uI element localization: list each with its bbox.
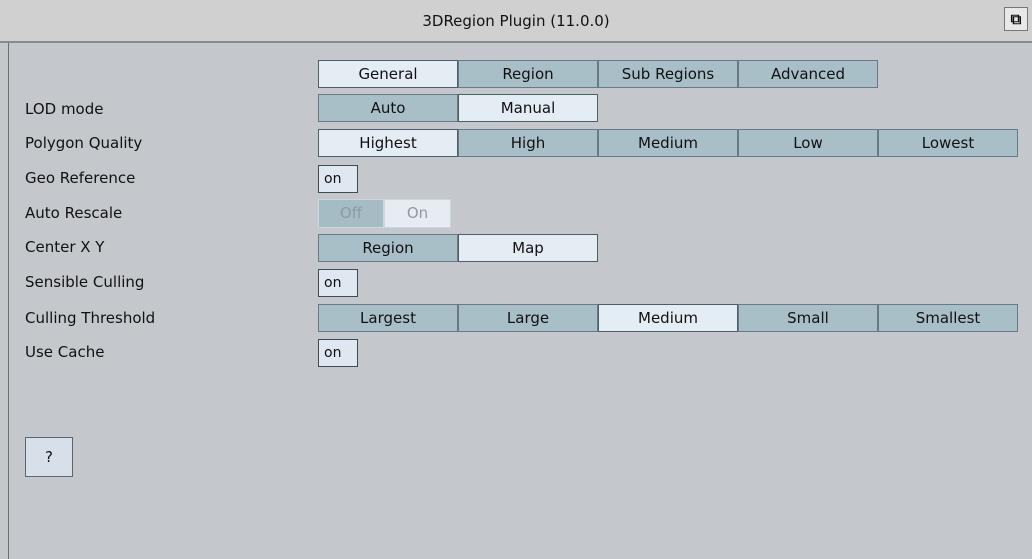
quality-medium-button[interactable]: Medium — [598, 129, 738, 157]
tab-general[interactable]: General — [318, 60, 458, 88]
threshold-small-button[interactable]: Small — [738, 304, 878, 332]
polygon-quality-label: Polygon Quality — [25, 134, 143, 152]
tab-advanced[interactable]: Advanced — [738, 60, 878, 88]
window-titlebar: 3DRegion Plugin (11.0.0) ⧉ — [0, 0, 1032, 43]
auto-rescale-off-button[interactable]: Off — [318, 199, 384, 228]
threshold-large-button[interactable]: Large — [458, 304, 598, 332]
center-map-button[interactable]: Map — [458, 234, 598, 262]
sensible-culling-label: Sensible Culling — [25, 273, 145, 291]
threshold-smallest-button[interactable]: Smallest — [878, 304, 1018, 332]
lod-mode-label: LOD mode — [25, 100, 104, 118]
lod-auto-button[interactable]: Auto — [318, 94, 458, 122]
threshold-medium-button[interactable]: Medium — [598, 304, 738, 332]
sensible-culling-toggle[interactable]: on — [318, 269, 358, 297]
help-button[interactable]: ? — [25, 437, 73, 477]
center-region-button[interactable]: Region — [318, 234, 458, 262]
center-xy-label: Center X Y — [25, 238, 105, 256]
quality-low-button[interactable]: Low — [738, 129, 878, 157]
tab-region[interactable]: Region — [458, 60, 598, 88]
geo-reference-toggle[interactable]: on — [318, 165, 358, 193]
geo-reference-label: Geo Reference — [25, 169, 136, 187]
tab-sub-regions[interactable]: Sub Regions — [598, 60, 738, 88]
window-title: 3DRegion Plugin (11.0.0) — [422, 12, 610, 30]
auto-rescale-label: Auto Rescale — [25, 204, 123, 222]
quality-highest-button[interactable]: Highest — [318, 129, 458, 157]
threshold-largest-button[interactable]: Largest — [318, 304, 458, 332]
close-icon[interactable]: ⧉ — [1004, 7, 1028, 31]
quality-high-button[interactable]: High — [458, 129, 598, 157]
use-cache-toggle[interactable]: on — [318, 339, 358, 367]
use-cache-label: Use Cache — [25, 343, 105, 361]
culling-threshold-label: Culling Threshold — [25, 309, 156, 327]
lod-manual-button[interactable]: Manual — [458, 94, 598, 122]
quality-lowest-button[interactable]: Lowest — [878, 129, 1018, 157]
auto-rescale-on-button[interactable]: On — [384, 199, 451, 228]
